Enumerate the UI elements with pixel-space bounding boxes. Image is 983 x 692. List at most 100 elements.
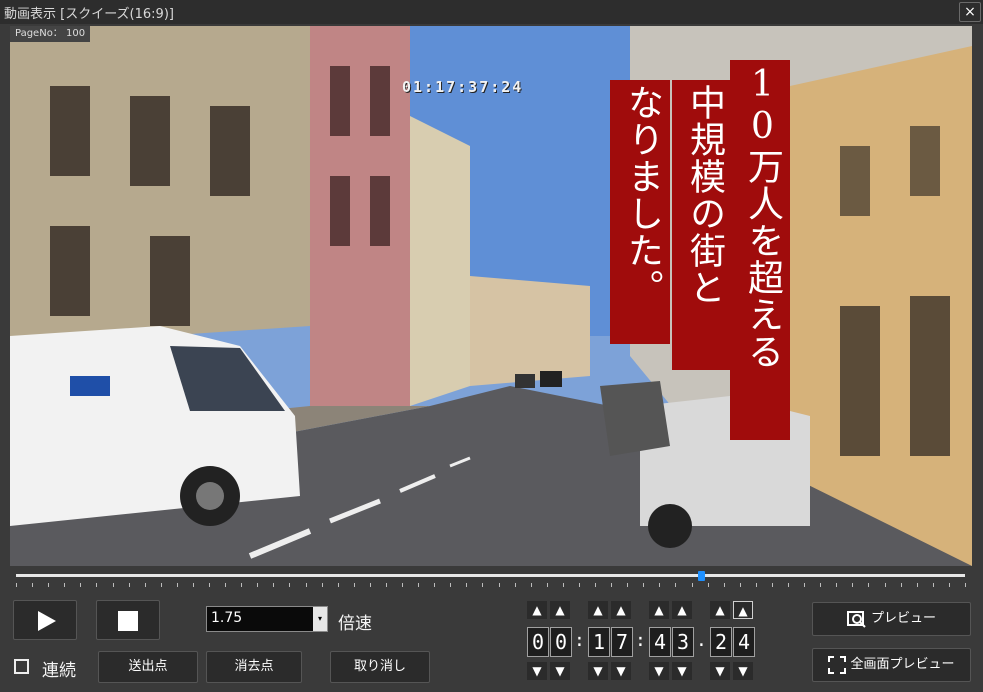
timecode-digit-7-up-button[interactable]: ▲ — [710, 601, 730, 619]
seek-tick — [965, 583, 966, 587]
seek-tick — [80, 583, 81, 587]
seek-tick — [740, 583, 741, 587]
seek-tick — [16, 583, 17, 587]
seek-tick — [273, 583, 274, 587]
seek-tick — [852, 583, 853, 587]
timecode-separator: : — [635, 630, 646, 651]
close-button[interactable]: × — [959, 2, 981, 22]
timecode-digit-8-up-button[interactable]: ▲ — [733, 601, 753, 619]
play-icon — [38, 611, 56, 631]
seek-tick — [724, 583, 725, 587]
seek-tick — [499, 583, 500, 587]
timecode-digit-3-down-button[interactable]: ▼ — [588, 662, 608, 680]
timecode-digit-6[interactable]: 3 — [672, 627, 694, 657]
seek-tick — [129, 583, 130, 587]
seek-tick — [241, 583, 242, 587]
timecode-digit-1[interactable]: 0 — [527, 627, 549, 657]
seek-tick — [868, 583, 869, 587]
seek-tick — [563, 583, 564, 587]
preview-magnifier-icon — [846, 610, 866, 628]
seek-tick — [450, 583, 451, 587]
play-button[interactable] — [13, 600, 77, 640]
speed-unit-label: 倍速 — [338, 614, 372, 634]
preview-label: プレビュー — [870, 611, 936, 626]
seek-tick — [836, 583, 837, 587]
seek-tick — [161, 583, 162, 587]
continuous-label: 連続 — [42, 661, 76, 681]
seek-tick — [402, 583, 403, 587]
seek-tick — [386, 583, 387, 587]
timecode-digit-5-up-button[interactable]: ▲ — [649, 601, 669, 619]
speed-select[interactable]: 1.75 ▾ — [206, 606, 328, 632]
seek-tick — [933, 583, 934, 587]
seek-tick — [225, 583, 226, 587]
seek-tick — [772, 583, 773, 587]
timecode-digit-2-down-button[interactable]: ▼ — [550, 662, 570, 680]
stop-button[interactable] — [96, 600, 160, 640]
seek-track[interactable] — [16, 574, 965, 577]
seek-tick — [418, 583, 419, 587]
seek-tick — [901, 583, 902, 587]
seek-tick — [48, 583, 49, 587]
video-frame[interactable]: PageNo： 100 01:17:37:24 10万人を超える 中規模の街と … — [10, 26, 972, 566]
timecode-digit-6-up-button[interactable]: ▲ — [672, 601, 692, 619]
seek-tick — [756, 583, 757, 587]
timecode-digit-3-up-button[interactable]: ▲ — [588, 601, 608, 619]
window-title: 動画表示 [スクイーズ(16:9)] — [4, 7, 174, 22]
caption-column-2: 中規模の街と — [672, 80, 732, 370]
fullscreen-preview-label: 全画面プレビュー — [850, 657, 955, 672]
timecode-digit-8-down-button[interactable]: ▼ — [733, 662, 753, 680]
seek-tick — [96, 583, 97, 587]
fullscreen-icon — [828, 655, 847, 674]
seek-tick — [338, 583, 339, 587]
seek-tick — [643, 583, 644, 587]
continuous-checkbox[interactable] — [14, 659, 29, 674]
seek-tick — [917, 583, 918, 587]
seek-tick — [466, 583, 467, 587]
timecode-digit-7-down-button[interactable]: ▼ — [710, 662, 730, 680]
fullscreen-preview-button[interactable]: 全画面プレビュー — [812, 648, 971, 682]
video-scene — [10, 26, 972, 566]
seek-tick — [306, 583, 307, 587]
caption-column-1: 10万人を超える — [730, 60, 790, 440]
seek-tick — [370, 583, 371, 587]
timecode-digit-2[interactable]: 0 — [550, 627, 572, 657]
timecode-digit-4[interactable]: 7 — [611, 627, 633, 657]
page-number-badge: PageNo： 100 — [10, 26, 91, 42]
timecode-digit-2-up-button[interactable]: ▲ — [550, 601, 570, 619]
seek-thumb[interactable] — [698, 571, 705, 581]
timecode-digit-3[interactable]: 1 — [588, 627, 610, 657]
seek-tick — [595, 583, 596, 587]
dropdown-arrow-icon[interactable]: ▾ — [313, 607, 327, 631]
seek-tick — [32, 583, 33, 587]
seek-tick — [820, 583, 821, 587]
seek-tick — [177, 583, 178, 587]
cancel-button[interactable]: 取り消し — [330, 651, 430, 683]
timecode-digit-8[interactable]: 4 — [733, 627, 755, 657]
seek-tick — [531, 583, 532, 587]
preview-button[interactable]: プレビュー — [812, 602, 971, 636]
timecode-digit-6-down-button[interactable]: ▼ — [672, 662, 692, 680]
seek-tick — [257, 583, 258, 587]
speed-value: 1.75 — [211, 610, 243, 626]
seek-tick — [113, 583, 114, 587]
timecode-digit-7[interactable]: 2 — [710, 627, 732, 657]
timecode-digit-1-down-button[interactable]: ▼ — [527, 662, 547, 680]
timecode-separator: : — [574, 630, 585, 651]
seek-tick — [482, 583, 483, 587]
delete-point-button[interactable]: 消去点 — [206, 651, 302, 683]
seek-tick — [354, 583, 355, 587]
send-point-button[interactable]: 送出点 — [98, 651, 198, 683]
seek-tick — [547, 583, 548, 587]
timecode-digit-4-down-button[interactable]: ▼ — [611, 662, 631, 680]
timecode-digit-5-down-button[interactable]: ▼ — [649, 662, 669, 680]
seek-tick — [64, 583, 65, 587]
timecode-digit-1-up-button[interactable]: ▲ — [527, 601, 547, 619]
timecode-separator: . — [696, 630, 707, 651]
seek-tick — [949, 583, 950, 587]
timecode-digit-4-up-button[interactable]: ▲ — [611, 601, 631, 619]
seek-tick — [627, 583, 628, 587]
seek-tick — [515, 583, 516, 587]
title-bar: 動画表示 [スクイーズ(16:9)] × — [0, 0, 983, 24]
timecode-digit-5[interactable]: 4 — [649, 627, 671, 657]
